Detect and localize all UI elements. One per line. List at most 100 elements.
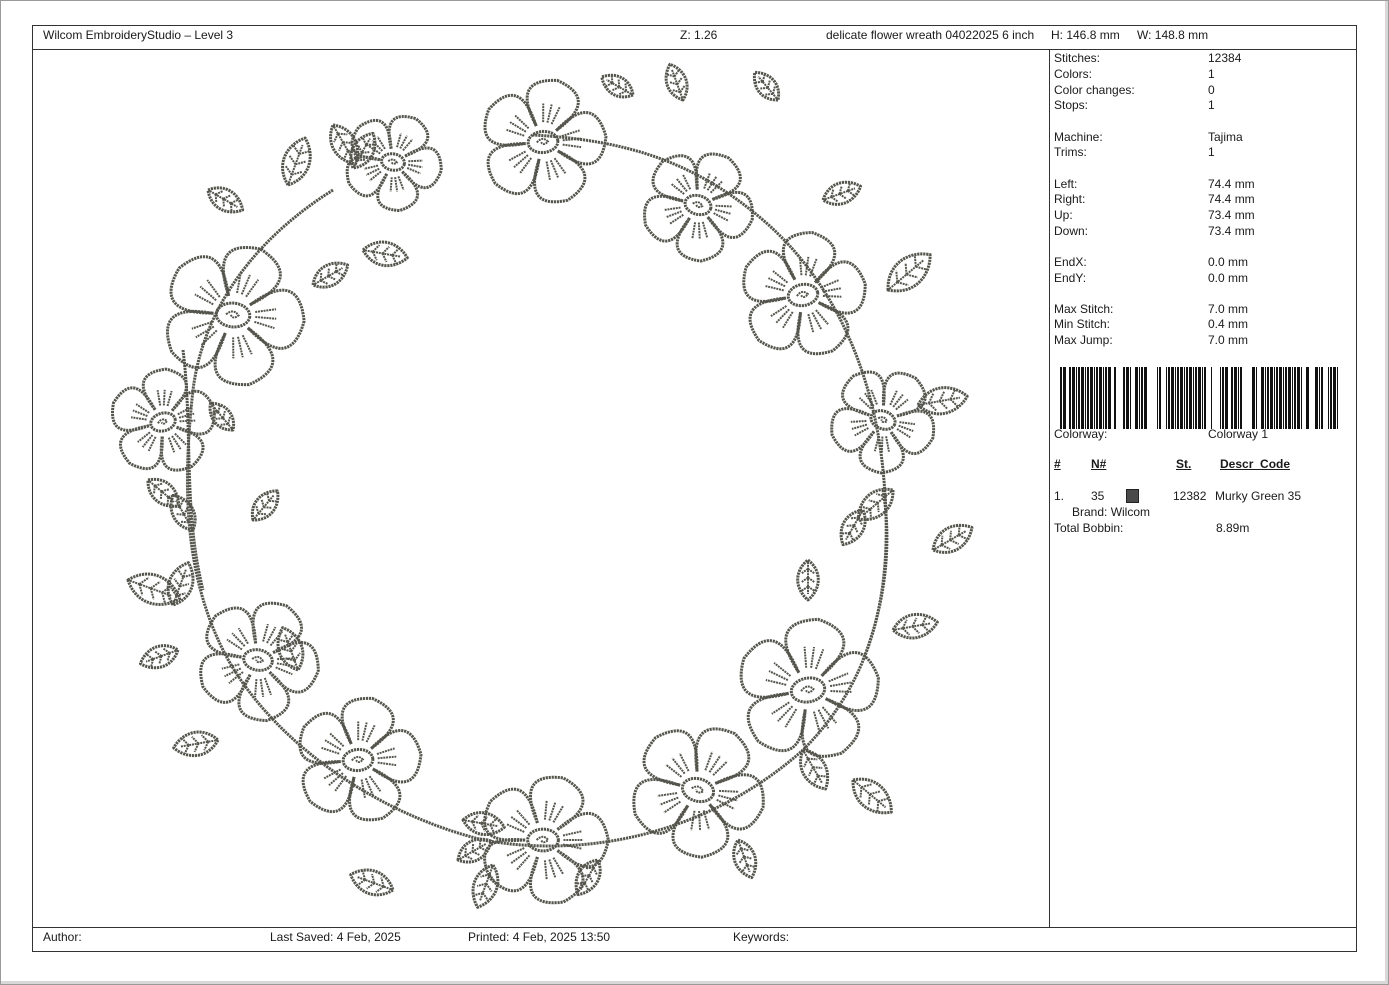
barcode-bar — [1261, 367, 1264, 429]
leaf — [886, 252, 932, 293]
leaf — [329, 123, 360, 166]
design-preview-area — [33, 50, 1050, 927]
wreath-stem — [861, 489, 889, 661]
flower — [199, 601, 320, 723]
leaf — [172, 730, 220, 757]
barcode-bar — [1276, 367, 1278, 429]
flower — [739, 617, 880, 758]
max-stitch-row: Max Stitch: 7.0 mm — [1054, 302, 1249, 316]
barcode-bar — [1087, 367, 1089, 429]
stitches-row: Stitches: 12384 — [1054, 51, 1242, 65]
barcode-bar — [1333, 367, 1336, 429]
barcode-bar — [1114, 367, 1116, 429]
keywords-label: Keywords: — [733, 930, 790, 944]
leaf — [821, 180, 863, 206]
leaf — [752, 70, 781, 102]
left-row: Left: 74.4 mm — [1054, 177, 1255, 191]
barcode-bar — [1234, 367, 1237, 429]
barcode-bar — [1330, 367, 1332, 429]
design-info-panel: Stitches: 12384 Colors: 1 Color changes: 0 … — [1054, 51, 1354, 927]
barcode-bar — [1220, 367, 1221, 429]
barcode-bar — [1186, 367, 1188, 429]
flower — [345, 115, 443, 213]
barcode-bar — [1211, 367, 1212, 429]
machine-row: Machine: Tajima — [1054, 130, 1243, 144]
leaf — [664, 62, 689, 102]
barcode-bar — [1090, 367, 1093, 429]
barcode-bar — [1204, 367, 1206, 429]
barcode-bar — [1081, 367, 1084, 429]
barcode-bar — [1285, 367, 1287, 429]
barcode-bar — [1222, 367, 1224, 429]
barcode-bar — [1130, 367, 1131, 429]
leaf — [311, 261, 350, 289]
printed-date: Printed: 4 Feb, 2025 13:50 — [468, 930, 611, 944]
barcode-bar — [1063, 367, 1066, 429]
design-name: delicate flower wreath 04022025 6 inch — [826, 28, 1035, 42]
leaf — [796, 558, 820, 602]
barcode-bar — [1306, 367, 1309, 429]
flower — [166, 246, 306, 387]
barcode-bar — [1328, 367, 1329, 429]
barcode-bar — [1252, 367, 1255, 429]
colorway-row: Colorway: Colorway 1 — [1054, 427, 1269, 441]
barcode-bar — [1166, 367, 1167, 429]
flower — [632, 727, 765, 859]
barcode-bar — [1069, 367, 1071, 429]
barcode-bar — [1288, 367, 1291, 429]
barcode-bar — [1139, 367, 1140, 429]
barcode-bar — [1094, 367, 1095, 429]
barcode-bar — [1270, 367, 1273, 429]
leaf — [600, 73, 635, 99]
author-label: Author: — [43, 930, 82, 944]
min-stitch-row: Min Stitch: 0.4 mm — [1054, 317, 1249, 331]
endx-row: EndX: 0.0 mm — [1054, 255, 1249, 269]
barcode-bar — [1238, 367, 1239, 429]
total-bobbin-row: Total Bobbin: 8.89m — [1054, 521, 1250, 535]
design-sheet: Wilcom EmbroideryStudio – Level 3 Z: 1.2… — [32, 25, 1357, 952]
barcode-bar — [1292, 367, 1293, 429]
flower — [830, 370, 936, 475]
barcode-bar — [1195, 367, 1197, 429]
sheet-header: Wilcom EmbroideryStudio – Level 3 Z: 1.2… — [33, 26, 1356, 50]
color-changes-row: Color changes: 0 — [1054, 83, 1215, 97]
row-needle: 35 — [1091, 489, 1105, 503]
design-width: W: 148.8 mm — [1137, 28, 1209, 42]
stops-row: Stops: 1 — [1054, 98, 1215, 112]
leaf — [857, 487, 895, 522]
leaf — [851, 777, 893, 815]
flower — [111, 367, 216, 472]
trims-row: Trims: 1 — [1054, 145, 1215, 159]
brand-row: Brand: Wilcom — [1072, 505, 1151, 519]
barcode-bar — [1123, 367, 1125, 429]
leaf — [349, 868, 395, 897]
leaf — [206, 186, 245, 214]
down-row: Down: 73.4 mm — [1054, 224, 1255, 238]
flower — [742, 230, 867, 356]
barcode-bar — [1085, 367, 1086, 429]
last-saved: Last Saved: 4 Feb, 2025 — [270, 930, 401, 944]
barcode-bar — [1193, 367, 1194, 429]
leaf — [732, 838, 758, 880]
barcode-bar — [1108, 367, 1111, 429]
app-title: Wilcom EmbroideryStudio – Level 3 — [43, 28, 234, 42]
design-height: H: 146.8 mm — [1051, 28, 1120, 42]
barcode-bar — [1159, 367, 1161, 429]
row-description: Murky Green 35 — [1215, 489, 1302, 503]
leaf — [138, 644, 180, 670]
barcode-bar — [1294, 367, 1296, 429]
barcode-bar — [1135, 367, 1138, 429]
barcode-bar — [1144, 367, 1147, 429]
barcode-bar — [1267, 367, 1269, 429]
barcode-bar — [1078, 367, 1080, 429]
thread-color-swatch — [1126, 489, 1139, 503]
barcode-bar — [1177, 367, 1179, 429]
barcode-bar — [1099, 367, 1102, 429]
barcode-bar — [1321, 367, 1323, 429]
right-row: Right: 74.4 mm — [1054, 192, 1255, 206]
leaf — [891, 613, 939, 640]
barcode-bar — [1180, 367, 1183, 429]
col-needle: N# — [1091, 457, 1107, 471]
barcode-bar — [1283, 367, 1284, 429]
barcode-bar — [1319, 367, 1320, 429]
